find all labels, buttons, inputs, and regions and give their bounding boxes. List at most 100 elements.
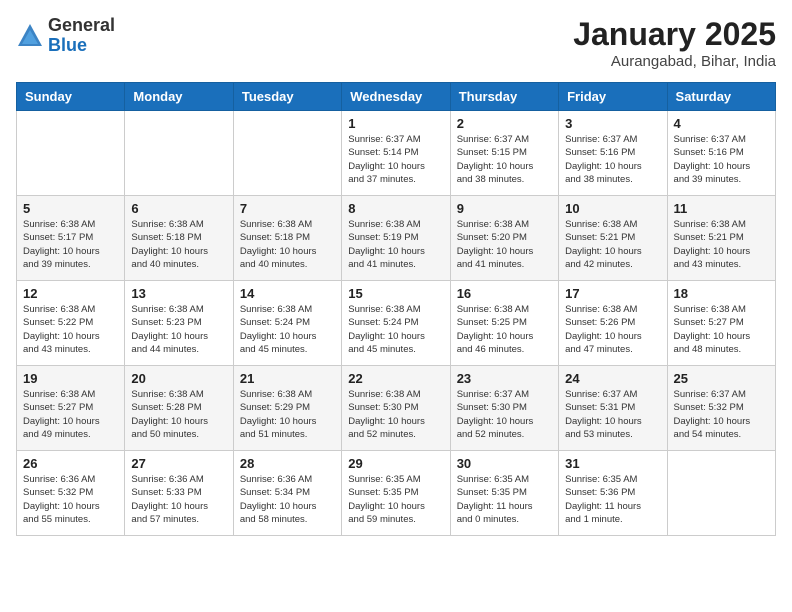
calendar-header-row: SundayMondayTuesdayWednesdayThursdayFrid… (17, 83, 776, 111)
logo-blue: Blue (48, 35, 87, 55)
calendar-cell: 4 Sunrise: 6:37 AMSunset: 5:16 PMDaylight… (667, 111, 775, 196)
calendar-cell: 22Sunrise: 6:38 AMSunset: 5:30 PMDayligh… (342, 366, 450, 451)
day-number: 1 (348, 116, 443, 131)
day-number: 17 (565, 286, 660, 301)
day-number: 27 (131, 456, 226, 471)
day-info: Sunrise: 6:37 AMSunset: 5:16 PMDaylight:… (565, 133, 660, 186)
calendar-week-row: 26 Sunrise: 6:36 AMSunset: 5:32 PMDayligh… (17, 451, 776, 536)
day-info: Sunrise: 6:38 AMSunset: 5:29 PMDaylight:… (240, 388, 335, 441)
day-info: Sunrise: 6:35 AMSunset: 5:35 PMDaylight:… (457, 473, 552, 526)
day-number: 4 (674, 116, 769, 131)
day-number: 18 (674, 286, 769, 301)
calendar-cell: 12 Sunrise: 6:38 AMSunset: 5:22 PMDayligh… (17, 281, 125, 366)
day-number: 20 (131, 371, 226, 386)
day-number: 23 (457, 371, 552, 386)
day-number: 11 (674, 201, 769, 216)
calendar-cell: 30 Sunrise: 6:35 AMSunset: 5:35 PMDayligh… (450, 451, 558, 536)
day-info: Sunrise: 6:38 AMSunset: 5:19 PMDaylight:… (348, 218, 443, 271)
day-number: 16 (457, 286, 552, 301)
day-info: Sunrise: 6:38 AMSunset: 5:25 PMDaylight:… (457, 303, 552, 356)
day-number: 14 (240, 286, 335, 301)
calendar-cell: 29 Sunrise: 6:35 AMSunset: 5:35 PMDayligh… (342, 451, 450, 536)
day-info: Sunrise: 6:38 AMSunset: 5:20 PMDaylight:… (457, 218, 552, 271)
day-number: 19 (23, 371, 118, 386)
logo-general: General (48, 15, 115, 35)
day-info: Sunrise: 6:38 AMSunset: 5:18 PMDaylight:… (240, 218, 335, 271)
logo: General Blue (16, 16, 115, 56)
day-number: 8 (348, 201, 443, 216)
day-number: 22 (348, 371, 443, 386)
calendar-cell: 21 Sunrise: 6:38 AMSunset: 5:29 PMDayligh… (233, 366, 341, 451)
calendar-cell (667, 451, 775, 536)
day-info: Sunrise: 6:38 AMSunset: 5:27 PMDaylight:… (23, 388, 118, 441)
calendar-cell: 6Sunrise: 6:38 AMSunset: 5:18 PMDaylight… (125, 196, 233, 281)
day-number: 31 (565, 456, 660, 471)
logo-text: General Blue (48, 16, 115, 56)
calendar-cell: 17Sunrise: 6:38 AMSunset: 5:26 PMDayligh… (559, 281, 667, 366)
day-info: Sunrise: 6:37 AMSunset: 5:16 PMDaylight:… (674, 133, 769, 186)
calendar-cell: 28 Sunrise: 6:36 AMSunset: 5:34 PMDayligh… (233, 451, 341, 536)
calendar-cell: 25Sunrise: 6:37 AMSunset: 5:32 PMDayligh… (667, 366, 775, 451)
calendar-cell: 5 Sunrise: 6:38 AMSunset: 5:17 PMDaylight… (17, 196, 125, 281)
calendar-cell: 8 Sunrise: 6:38 AMSunset: 5:19 PMDaylight… (342, 196, 450, 281)
calendar-cell: 7 Sunrise: 6:38 AMSunset: 5:18 PMDaylight… (233, 196, 341, 281)
calendar-week-row: 19 Sunrise: 6:38 AMSunset: 5:27 PMDayligh… (17, 366, 776, 451)
page-header: General Blue January 2025 Aurangabad, Bi… (16, 16, 776, 70)
month-title: January 2025 (573, 16, 776, 53)
calendar-week-row: 12 Sunrise: 6:38 AMSunset: 5:22 PMDayligh… (17, 281, 776, 366)
day-info: Sunrise: 6:38 AMSunset: 5:24 PMDaylight:… (240, 303, 335, 356)
calendar-cell: 23 Sunrise: 6:37 AMSunset: 5:30 PMDayligh… (450, 366, 558, 451)
day-number: 26 (23, 456, 118, 471)
weekday-header: Tuesday (233, 83, 341, 111)
day-number: 30 (457, 456, 552, 471)
weekday-header: Monday (125, 83, 233, 111)
day-number: 21 (240, 371, 335, 386)
day-info: Sunrise: 6:37 AMSunset: 5:31 PMDaylight:… (565, 388, 660, 441)
day-info: Sunrise: 6:38 AMSunset: 5:17 PMDaylight:… (23, 218, 118, 271)
calendar-cell: 31Sunrise: 6:35 AMSunset: 5:36 PMDayligh… (559, 451, 667, 536)
day-number: 9 (457, 201, 552, 216)
day-info: Sunrise: 6:37 AMSunset: 5:30 PMDaylight:… (457, 388, 552, 441)
day-number: 29 (348, 456, 443, 471)
calendar-cell: 14 Sunrise: 6:38 AMSunset: 5:24 PMDayligh… (233, 281, 341, 366)
calendar-cell: 1 Sunrise: 6:37 AMSunset: 5:14 PMDaylight… (342, 111, 450, 196)
day-number: 5 (23, 201, 118, 216)
day-number: 7 (240, 201, 335, 216)
calendar-cell: 15Sunrise: 6:38 AMSunset: 5:24 PMDayligh… (342, 281, 450, 366)
calendar-cell: 9 Sunrise: 6:38 AMSunset: 5:20 PMDaylight… (450, 196, 558, 281)
calendar-cell: 20 Sunrise: 6:38 AMSunset: 5:28 PMDayligh… (125, 366, 233, 451)
calendar-week-row: 5 Sunrise: 6:38 AMSunset: 5:17 PMDaylight… (17, 196, 776, 281)
day-info: Sunrise: 6:36 AMSunset: 5:33 PMDaylight:… (131, 473, 226, 526)
day-info: Sunrise: 6:38 AMSunset: 5:24 PMDaylight:… (348, 303, 443, 356)
day-number: 13 (131, 286, 226, 301)
calendar-table: SundayMondayTuesdayWednesdayThursdayFrid… (16, 82, 776, 536)
day-info: Sunrise: 6:38 AMSunset: 5:28 PMDaylight:… (131, 388, 226, 441)
calendar-cell: 27 Sunrise: 6:36 AMSunset: 5:33 PMDayligh… (125, 451, 233, 536)
day-info: Sunrise: 6:35 AMSunset: 5:35 PMDaylight:… (348, 473, 443, 526)
weekday-header: Friday (559, 83, 667, 111)
day-info: Sunrise: 6:38 AMSunset: 5:21 PMDaylight:… (565, 218, 660, 271)
day-info: Sunrise: 6:36 AMSunset: 5:34 PMDaylight:… (240, 473, 335, 526)
calendar-cell: 26 Sunrise: 6:36 AMSunset: 5:32 PMDayligh… (17, 451, 125, 536)
calendar-cell: 11 Sunrise: 6:38 AMSunset: 5:21 PMDayligh… (667, 196, 775, 281)
calendar-cell: 18Sunrise: 6:38 AMSunset: 5:27 PMDayligh… (667, 281, 775, 366)
logo-icon (16, 22, 44, 50)
day-number: 28 (240, 456, 335, 471)
weekday-header: Wednesday (342, 83, 450, 111)
day-info: Sunrise: 6:37 AMSunset: 5:14 PMDaylight:… (348, 133, 443, 186)
calendar-cell: 3Sunrise: 6:37 AMSunset: 5:16 PMDaylight… (559, 111, 667, 196)
day-info: Sunrise: 6:38 AMSunset: 5:18 PMDaylight:… (131, 218, 226, 271)
weekday-header: Thursday (450, 83, 558, 111)
calendar-cell (17, 111, 125, 196)
calendar-cell (233, 111, 341, 196)
day-number: 10 (565, 201, 660, 216)
day-info: Sunrise: 6:38 AMSunset: 5:22 PMDaylight:… (23, 303, 118, 356)
calendar-cell: 2Sunrise: 6:37 AMSunset: 5:15 PMDaylight… (450, 111, 558, 196)
day-number: 12 (23, 286, 118, 301)
day-info: Sunrise: 6:36 AMSunset: 5:32 PMDaylight:… (23, 473, 118, 526)
calendar-week-row: 1 Sunrise: 6:37 AMSunset: 5:14 PMDaylight… (17, 111, 776, 196)
calendar-cell: 24Sunrise: 6:37 AMSunset: 5:31 PMDayligh… (559, 366, 667, 451)
location: Aurangabad, Bihar, India (573, 53, 776, 70)
calendar-cell (125, 111, 233, 196)
day-info: Sunrise: 6:38 AMSunset: 5:21 PMDaylight:… (674, 218, 769, 271)
